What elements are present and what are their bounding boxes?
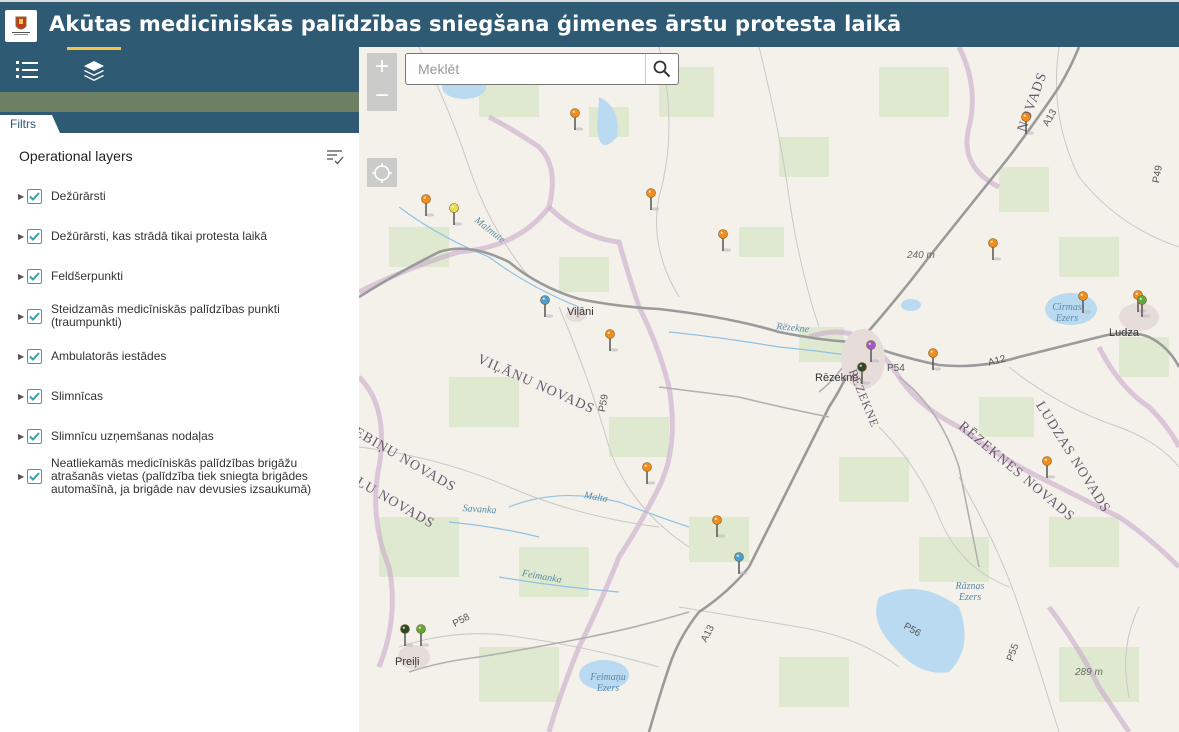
layers-button[interactable] [67, 47, 121, 92]
place-label-ludza: Ludza [1109, 327, 1139, 339]
layer-item[interactable]: ▶ Dežūrārsti, kas strādā tikai protesta … [18, 229, 321, 244]
map-pin-marker[interactable] [987, 238, 1002, 261]
checkmark-icon [29, 392, 40, 401]
checkmark-icon [29, 232, 40, 241]
layer-item[interactable]: ▶ Ambulatorās iestādes [18, 349, 321, 364]
water-label-savanka: Savanka [462, 503, 497, 517]
layers-list-panel: Operational layers ▶ Dežūrārsti ▶ Dežūrā… [0, 133, 358, 732]
expand-caret-icon[interactable]: ▶ [18, 272, 27, 281]
place-label-vilani: Viļāni [567, 306, 594, 318]
zoom-controls: + − [367, 53, 397, 111]
map-pin-marker[interactable] [1041, 456, 1056, 479]
checkmark-icon [29, 272, 40, 281]
map-pin-marker[interactable] [604, 329, 619, 352]
water-label-raznas: Rāznas Ezers [955, 581, 985, 603]
expand-caret-icon[interactable]: ▶ [18, 232, 27, 241]
panel-tab-bar: Filtrs [0, 112, 359, 133]
checkmark-icon [29, 352, 40, 361]
layer-checkbox[interactable] [27, 269, 42, 284]
expand-caret-icon[interactable]: ▶ [18, 472, 27, 481]
search-input[interactable] [406, 54, 646, 84]
map-pin-marker[interactable] [415, 624, 430, 647]
layers-icon [84, 61, 104, 81]
search-icon [653, 60, 671, 78]
layer-checkbox[interactable] [27, 469, 42, 484]
expand-caret-icon[interactable]: ▶ [18, 312, 27, 321]
map-pin-marker[interactable] [927, 348, 942, 371]
elevation-label-289: 289 m [1075, 667, 1103, 678]
legend-list-button[interactable] [0, 47, 54, 92]
layer-label: Dežūrārsti, kas strādā tikai protesta la… [51, 229, 268, 243]
search-button[interactable] [645, 54, 678, 84]
layer-item[interactable]: ▶ Neatliekamās medicīniskās palīdzības b… [18, 457, 321, 496]
crosshair-icon [372, 162, 392, 183]
map-pin-marker[interactable] [865, 340, 880, 363]
locate-button[interactable] [367, 158, 397, 187]
layer-checkbox[interactable] [27, 429, 42, 444]
layer-item[interactable]: ▶ Feldšerpunkti [18, 269, 321, 284]
list-icon [16, 60, 38, 78]
map-pin-marker[interactable] [569, 108, 584, 131]
layer-label: Steidzamās medicīniskās palīdzības punkt… [51, 302, 280, 329]
layer-item[interactable]: ▶ Dežūrārsti [18, 189, 321, 204]
map-pin-marker[interactable] [448, 203, 463, 226]
layer-label: Slimnīcas [51, 389, 104, 403]
place-label-preili: Preiļi [395, 656, 420, 668]
layer-checkbox[interactable] [27, 189, 42, 204]
zoom-out-button[interactable]: − [367, 82, 397, 111]
road-label-p54: P54 [887, 363, 905, 374]
filter-list-icon [327, 150, 344, 165]
checkmark-icon [29, 311, 40, 321]
tab-filtrs[interactable]: Filtrs [0, 115, 60, 133]
app-header: Akūtas medicīniskās palīdzības sniegšana… [0, 0, 1179, 47]
layer-label: Dežūrārsti [51, 189, 106, 203]
map-pin-marker[interactable] [711, 515, 726, 538]
map-view[interactable]: Viļāni Rēzekne Ludza Preiļi VIĻĀNU NOVAD… [359, 47, 1179, 732]
map-pin-marker[interactable] [733, 552, 748, 575]
layer-item[interactable]: ▶ Steidzamās medicīniskās palīdzības pun… [18, 303, 321, 329]
layer-label: Feldšerpunkti [51, 269, 124, 283]
layer-label: Ambulatorās iestādes [51, 349, 167, 363]
checkmark-icon [29, 432, 40, 441]
layer-checkbox[interactable] [27, 308, 42, 324]
expand-caret-icon[interactable]: ▶ [18, 352, 27, 361]
map-pin-marker[interactable] [399, 624, 414, 647]
layer-label: Slimnīcu uzņemšanas nodaļas [51, 429, 214, 443]
map-pin-marker[interactable] [1136, 295, 1151, 318]
layer-item[interactable]: ▶ Slimnīcu uzņemšanas nodaļas [18, 429, 321, 444]
map-pin-marker[interactable] [641, 462, 656, 485]
map-pin-marker[interactable] [645, 188, 660, 211]
layer-item[interactable]: ▶ Slimnīcas [18, 389, 321, 404]
elevation-label-240: 240 m [907, 250, 935, 261]
map-pin-marker[interactable] [420, 194, 435, 217]
side-panel: Filtrs Operational layers ▶ Dežūrārsti ▶… [0, 47, 359, 732]
panel-divider-strip [0, 92, 359, 112]
map-pin-marker[interactable] [856, 362, 871, 385]
layer-checkbox[interactable] [27, 389, 42, 404]
checkmark-icon [29, 192, 40, 201]
panel-toolbar [0, 47, 359, 92]
expand-caret-icon[interactable]: ▶ [18, 392, 27, 401]
map-pin-marker[interactable] [1077, 291, 1092, 314]
search-box [405, 53, 679, 85]
expand-caret-icon[interactable]: ▶ [18, 432, 27, 441]
water-label-feimanu: Feimaņu Ezers [590, 672, 626, 694]
filter-options-button[interactable] [325, 146, 345, 166]
map-pin-marker[interactable] [717, 229, 732, 252]
layer-checkbox[interactable] [27, 349, 42, 364]
checkmark-icon [29, 472, 40, 481]
map-basemap [359, 47, 1179, 732]
map-pin-marker[interactable] [539, 295, 554, 318]
expand-caret-icon[interactable]: ▶ [18, 192, 27, 201]
zoom-in-button[interactable]: + [367, 53, 397, 82]
section-title: Operational layers [19, 148, 133, 164]
app-title: Akūtas medicīniskās palīdzības sniegšana… [49, 12, 902, 36]
coat-of-arms-logo [5, 10, 37, 42]
map-pin-marker[interactable] [1020, 112, 1035, 135]
layer-label: Neatliekamās medicīniskās palīdzības bri… [51, 456, 312, 496]
layer-checkbox[interactable] [27, 229, 42, 244]
